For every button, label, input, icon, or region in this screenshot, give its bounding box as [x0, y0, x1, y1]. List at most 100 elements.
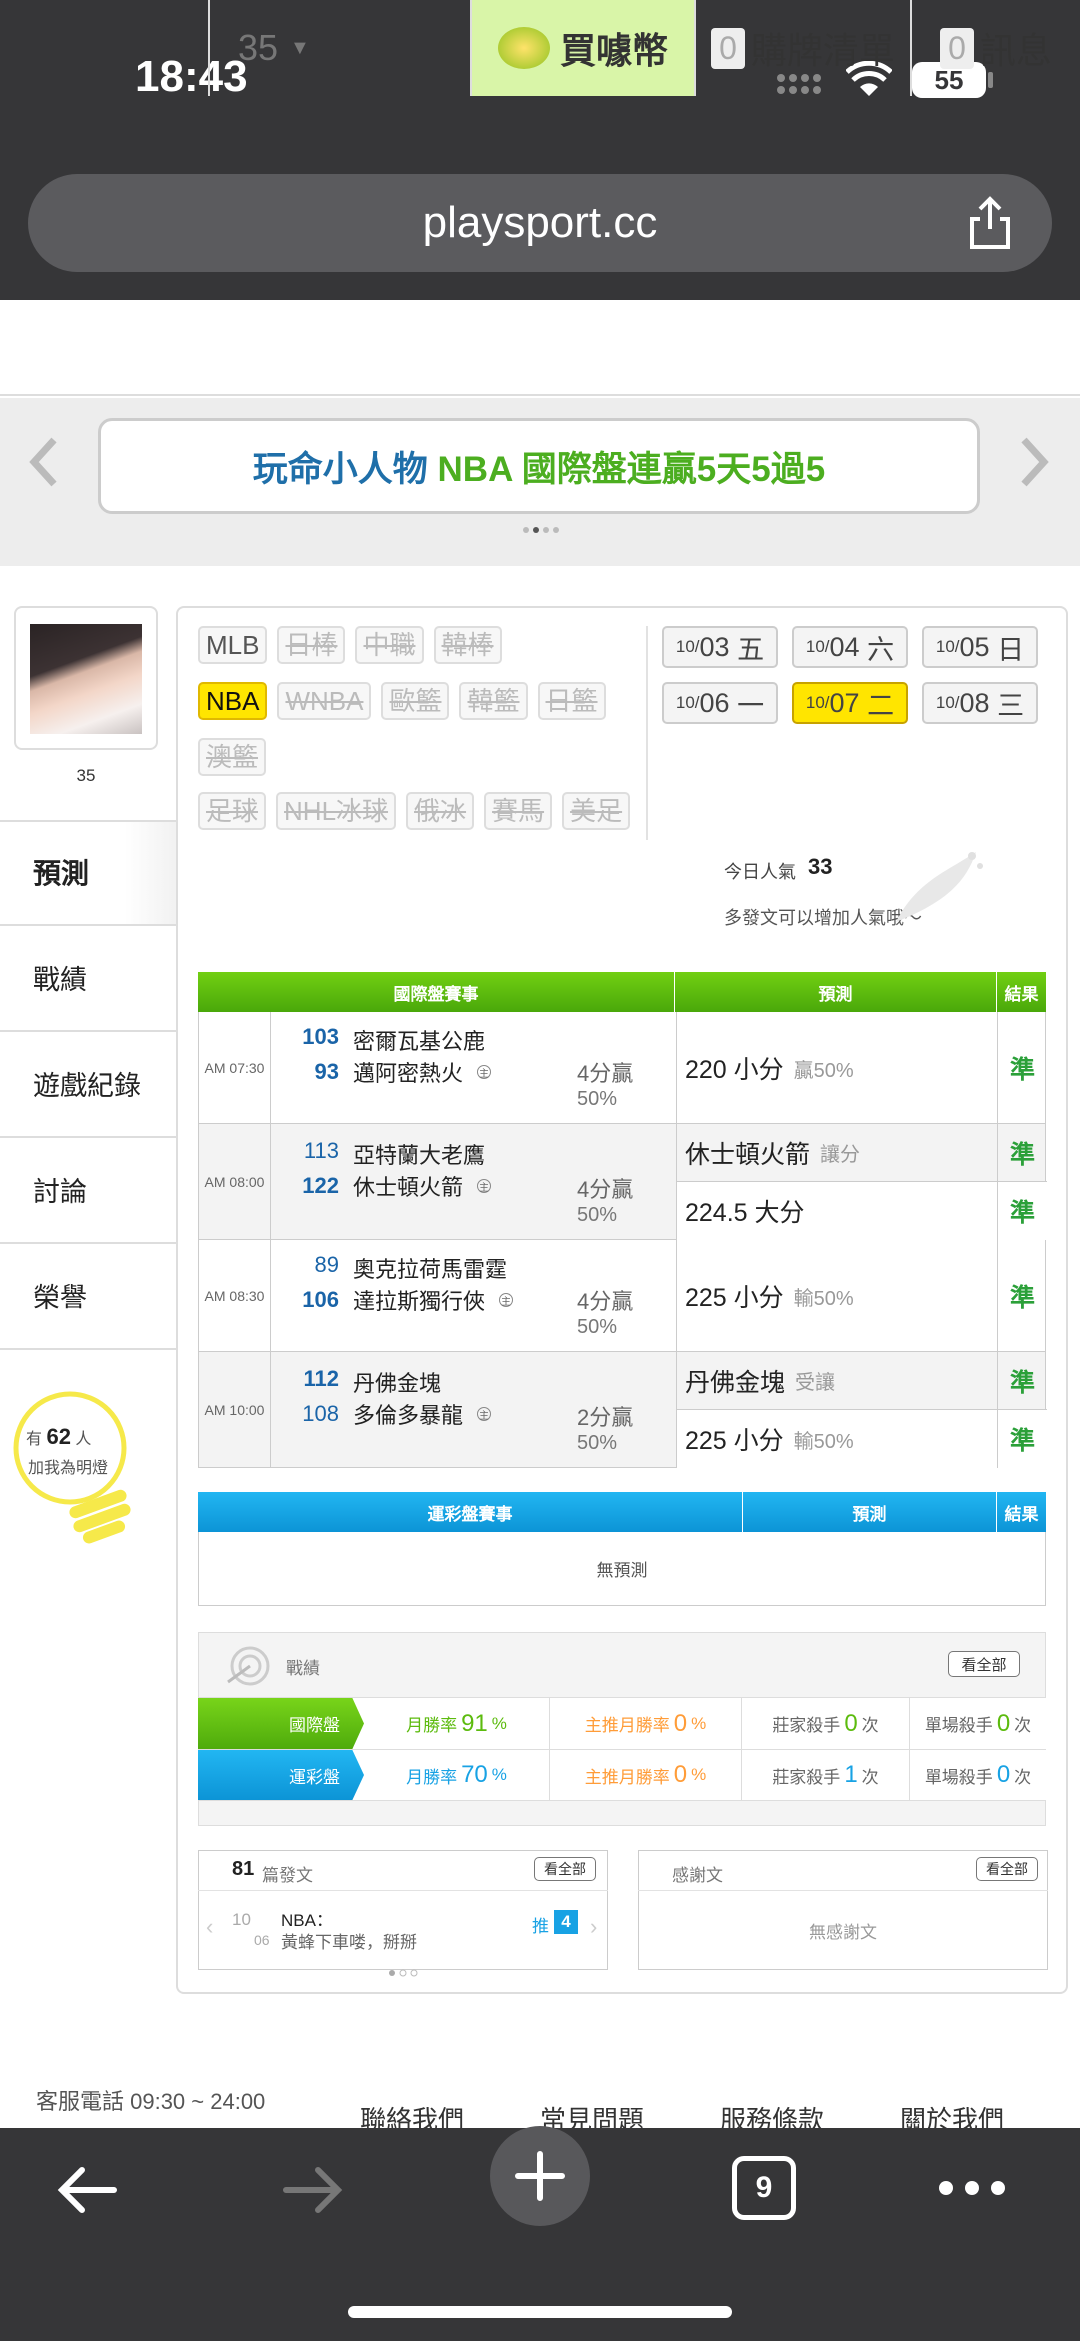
- tab-record[interactable]: 戰績: [0, 928, 178, 1032]
- filter-nba[interactable]: NBA: [198, 682, 268, 720]
- result-mark: 準: [998, 1124, 1047, 1182]
- buy-coin-button[interactable]: 買噱幣: [470, 0, 694, 96]
- record-label-intl: 國際盤: [198, 1698, 364, 1749]
- spread: 2分贏: [577, 1405, 634, 1430]
- away-team: 亞特蘭大老鷹: [353, 1143, 486, 1168]
- filter-soccer[interactable]: 足球: [198, 792, 267, 830]
- thanks-see-all-button[interactable]: 看全部: [976, 1857, 1038, 1881]
- tab-discussion[interactable]: 討論: [0, 1140, 178, 1244]
- record-see-all-button[interactable]: 看全部: [948, 1651, 1020, 1677]
- home-score: 122: [302, 1173, 339, 1198]
- result-mark: 準: [998, 1410, 1047, 1468]
- banker-killer: 莊家殺手 1 次: [742, 1750, 910, 1800]
- new-tab-button[interactable]: [490, 2126, 590, 2226]
- prediction-cell: 225 小分 輸50%: [676, 1240, 998, 1352]
- single-killer: 單場殺手 0 次: [924, 1709, 1032, 1737]
- filter-euro-basketball[interactable]: 歐籃: [381, 682, 450, 720]
- tab-honor[interactable]: 榮譽: [0, 1246, 178, 1350]
- thanks-label: 感謝文: [672, 1866, 723, 1885]
- cart-count: 0: [711, 27, 745, 69]
- date-1006[interactable]: 10/06 一: [662, 682, 778, 724]
- date-1007[interactable]: 10/07 二: [792, 682, 908, 724]
- filter-nfl[interactable]: 美足: [562, 792, 631, 830]
- chevron-right-icon[interactable]: [1014, 432, 1054, 492]
- header-result: 結果: [1004, 984, 1039, 1004]
- message-button[interactable]: 0 訊息: [910, 0, 1080, 96]
- plus-icon: [515, 2151, 565, 2201]
- back-arrow-icon[interactable]: [52, 2160, 122, 2220]
- profile-name: 35: [76, 766, 96, 785]
- filter-wnba[interactable]: WNBA: [277, 682, 372, 720]
- filter-mlb[interactable]: MLB: [198, 626, 268, 664]
- points-value: 35: [238, 27, 279, 68]
- record-title: 戰績: [286, 1659, 320, 1678]
- fan-subtitle: 加我為明燈: [28, 1460, 109, 1477]
- header-games: 國際盤賽事: [198, 972, 675, 1012]
- monthly-rate: 月勝率 91%: [364, 1698, 550, 1749]
- home-team: 達拉斯獨行俠: [353, 1289, 486, 1314]
- chevron-left-icon[interactable]: ‹: [206, 1914, 213, 1940]
- tab-game-history[interactable]: 遊戲紀錄: [0, 1034, 178, 1138]
- home-team: 休士頓火箭: [353, 1175, 464, 1200]
- more-icon[interactable]: [936, 2178, 1008, 2198]
- away-team: 丹佛金塊: [353, 1371, 442, 1396]
- filter-divider: [646, 626, 648, 840]
- tab-predict[interactable]: 預測: [0, 822, 178, 926]
- date-1004[interactable]: 10/04 六: [792, 626, 908, 668]
- game-time: AM 08:00: [199, 1124, 271, 1240]
- header-result: 結果: [1004, 1504, 1039, 1524]
- intl-table-header: 國際盤賽事 預測 結果: [198, 972, 1046, 1012]
- post-title[interactable]: 黃蜂下車喽，掰掰: [281, 1928, 417, 1953]
- prediction-cell: 丹佛金塊 受讓: [676, 1352, 998, 1410]
- share-icon[interactable]: [960, 193, 1020, 253]
- filter-korea-basketball[interactable]: 韓籃: [459, 682, 528, 720]
- away-score: 113: [303, 1138, 339, 1163]
- tab-count: 9: [755, 2171, 773, 2204]
- banner-prefix: 玩命小人物: [252, 449, 438, 489]
- date-1005[interactable]: 10/05 日: [922, 626, 1038, 668]
- banner-link[interactable]: 玩命小人物 NBA 國際盤連贏5天5過5: [98, 418, 980, 514]
- filter-row-1: MLB 日棒 中職 韓棒: [198, 626, 502, 664]
- filter-npb[interactable]: 日棒: [277, 626, 346, 664]
- host-monthly-rate: 主推月勝率 0%: [550, 1750, 742, 1800]
- post-month: 10: [232, 1910, 251, 1929]
- posts-see-all-button[interactable]: 看全部: [534, 1857, 596, 1881]
- avatar[interactable]: [30, 624, 142, 734]
- header-games: 運彩盤賽事: [198, 1492, 743, 1532]
- game-row: AM 07:30 103 密爾瓦基公鹿 93 邁阿密熱火主 4分贏 50% 220 …: [198, 1012, 1046, 1124]
- spread: 4分贏: [577, 1289, 634, 1314]
- address-bar[interactable]: playsport.cc: [28, 174, 1052, 272]
- chevron-left-icon[interactable]: [24, 432, 64, 492]
- host-badge: 主: [499, 1293, 514, 1308]
- game-time: AM 10:00: [199, 1352, 271, 1468]
- filter-cpbl[interactable]: 中職: [355, 626, 424, 664]
- forward-arrow-icon[interactable]: [278, 2160, 348, 2220]
- points-dropdown[interactable]: 35 ▼: [208, 0, 470, 96]
- tabs-button[interactable]: 9: [732, 2156, 796, 2220]
- home-score: 93: [314, 1059, 339, 1084]
- fan-count: 62: [46, 1424, 71, 1449]
- lottery-empty: 無預測: [198, 1532, 1046, 1606]
- header-prediction: 預測: [743, 1492, 997, 1532]
- cart-button[interactable]: 0 購牌清單: [694, 0, 910, 96]
- game-row: AM 08:30 89 奧克拉荷馬雷霆 106 達拉斯獨行俠主 4分贏 50% 22…: [198, 1240, 1046, 1352]
- spread-percent: 50%: [577, 1204, 618, 1226]
- thanks-empty: 無感謝文: [809, 1922, 877, 1942]
- prediction-cell: 休士頓火箭 讓分: [676, 1124, 998, 1182]
- away-team: 密爾瓦基公鹿: [353, 1029, 486, 1054]
- chevron-right-icon[interactable]: ›: [590, 1914, 597, 1940]
- footer-phone: 客服電話 09:30 ~ 24:00: [36, 2089, 266, 2114]
- filter-japan-basketball[interactable]: 日籃: [537, 682, 606, 720]
- filter-nhl[interactable]: NHL冰球: [276, 792, 397, 830]
- filter-horse-racing[interactable]: 賽馬: [484, 792, 553, 830]
- date-1003[interactable]: 10/03 五: [662, 626, 778, 668]
- target-icon: [224, 1644, 272, 1688]
- date-1008[interactable]: 10/08 三: [922, 682, 1038, 724]
- user-bar: [0, 300, 1080, 396]
- filter-kbo[interactable]: 韓棒: [433, 626, 502, 664]
- banker-killer: 莊家殺手 0 次: [742, 1698, 910, 1749]
- date-row-2: 10/06 一 10/07 二 10/08 三: [662, 682, 1038, 724]
- filter-khl[interactable]: 俄冰: [406, 792, 475, 830]
- post-push-label: 推: [532, 1917, 549, 1936]
- filter-australia-basketball[interactable]: 澳籃: [198, 738, 267, 776]
